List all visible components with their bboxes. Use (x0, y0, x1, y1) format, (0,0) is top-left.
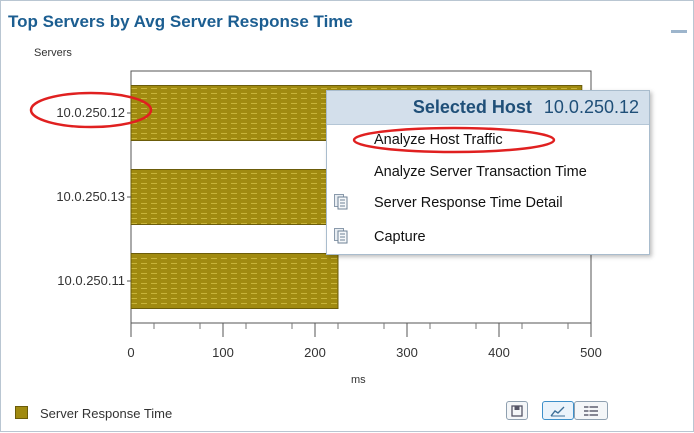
chart-icon (550, 406, 565, 416)
y-tick-label[interactable]: 10.0.250.13 (56, 189, 125, 204)
table-icon (584, 405, 598, 416)
bar-10.0.250.11[interactable] (130, 253, 339, 309)
context-menu-host: 10.0.250.12 (543, 97, 639, 117)
x-tick-label: 0 (127, 345, 134, 360)
menu-item-label: Analyze Server Transaction Time (374, 164, 587, 180)
chart-view-button[interactable] (542, 401, 574, 420)
menu-item-label: Capture (374, 229, 426, 245)
x-tick-label: 500 (580, 345, 602, 360)
x-tick-label: 300 (396, 345, 418, 360)
context-menu-title: Selected Host (412, 97, 532, 117)
context-menu: Selected Host 10.0.250.12 Analyze Host T… (326, 90, 650, 255)
save-button[interactable] (506, 401, 528, 420)
x-tick-label: 400 (488, 345, 510, 360)
menu-item-capture[interactable]: Capture (327, 224, 649, 250)
document-icon (334, 228, 348, 244)
document-icon (334, 194, 348, 210)
menu-item-label: Analyze Host Traffic (374, 132, 503, 148)
context-menu-header: Selected Host 10.0.250.12 (327, 91, 649, 125)
table-view-button[interactable] (574, 401, 608, 420)
menu-item-label: Server Response Time Detail (374, 195, 563, 211)
menu-item-server-response-time-detail[interactable]: Server Response Time Detail (327, 190, 649, 216)
save-icon (511, 404, 523, 417)
y-tick-label[interactable]: 10.0.250.12 (56, 105, 125, 120)
menu-item-analyze-server-transaction-time[interactable]: Analyze Server Transaction Time (327, 159, 649, 185)
x-tick-label: 200 (304, 345, 326, 360)
x-tick-label: 100 (212, 345, 234, 360)
legend: Server Response Time (15, 406, 172, 421)
menu-item-analyze-host-traffic[interactable]: Analyze Host Traffic (327, 127, 649, 153)
y-tick-label[interactable]: 10.0.250.11 (57, 273, 125, 288)
legend-swatch (15, 406, 28, 419)
legend-label: Server Response Time (40, 406, 173, 421)
